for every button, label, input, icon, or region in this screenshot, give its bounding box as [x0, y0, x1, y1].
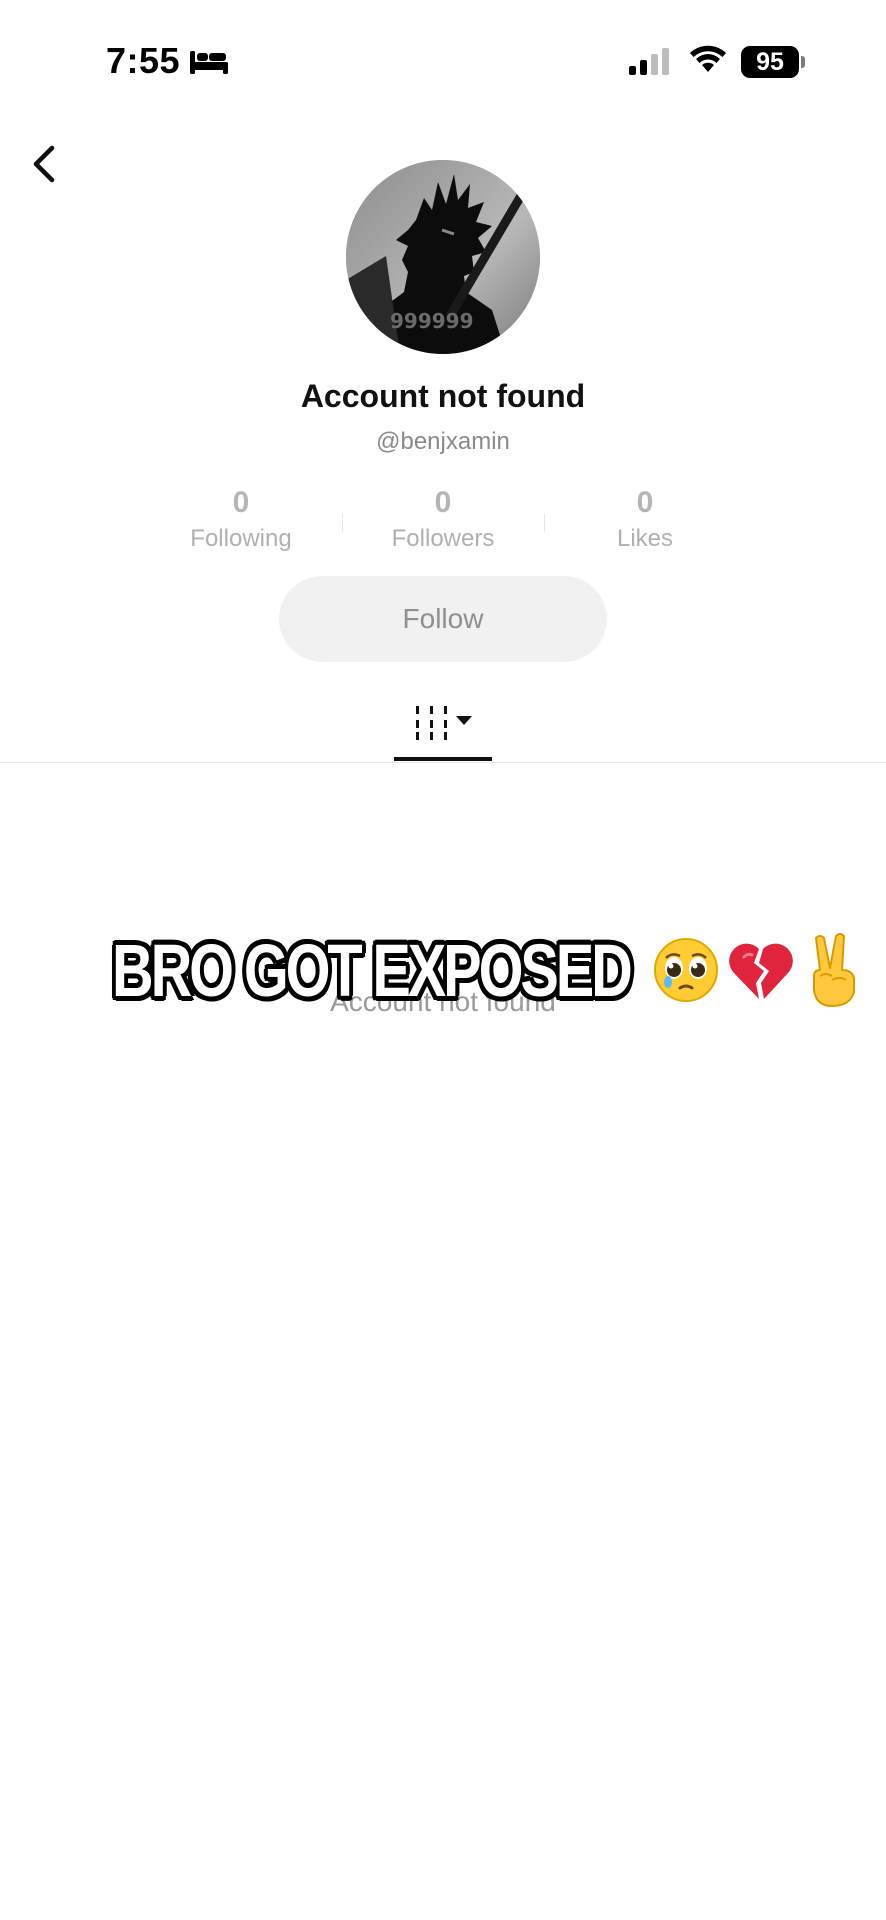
grid-icon [416, 706, 447, 740]
status-bar: 7:55 95 [0, 0, 886, 120]
stat-label: Followers [391, 525, 495, 552]
broken-heart-icon [726, 937, 796, 1003]
wifi-icon [688, 44, 728, 76]
victory-hand-icon [802, 932, 864, 1008]
battery-indicator: 95 [741, 46, 799, 78]
follow-button[interactable]: Follow [279, 576, 607, 662]
sleep-icon [190, 48, 228, 76]
content-tab-bar [0, 690, 886, 763]
page-title: Account not found [300, 378, 586, 414]
tab-videos[interactable] [394, 690, 492, 762]
signal-icon [627, 46, 673, 78]
avatar-text: 999999 [390, 309, 474, 333]
pleading-face-icon [652, 936, 720, 1004]
username: @benjxamin [376, 428, 510, 455]
caption-emojis [652, 920, 864, 1020]
stat-followers[interactable]: 0 Followers [342, 484, 544, 564]
video-caption-overlay: BRO GOT EXPOSED [112, 920, 855, 1020]
avatar[interactable]: 999999 [346, 160, 540, 354]
caret-down-icon [456, 716, 472, 725]
stat-following[interactable]: 0 Following [140, 484, 342, 564]
stat-label: Likes [616, 525, 674, 552]
stat-value: 0 [232, 486, 250, 519]
stat-value: 0 [636, 486, 654, 519]
tab-active-indicator [394, 757, 492, 761]
status-time: 7:55 [106, 40, 181, 81]
stat-value: 0 [434, 486, 452, 519]
caption-text: BRO GOT EXPOSED [112, 928, 633, 1012]
stat-label: Following [190, 525, 292, 552]
profile-stats: 0 Following 0 Followers 0 Likes [140, 484, 746, 564]
back-button[interactable] [22, 140, 66, 192]
stat-likes[interactable]: 0 Likes [544, 484, 746, 564]
chevron-left-icon [30, 144, 58, 189]
battery-cap [801, 56, 805, 68]
